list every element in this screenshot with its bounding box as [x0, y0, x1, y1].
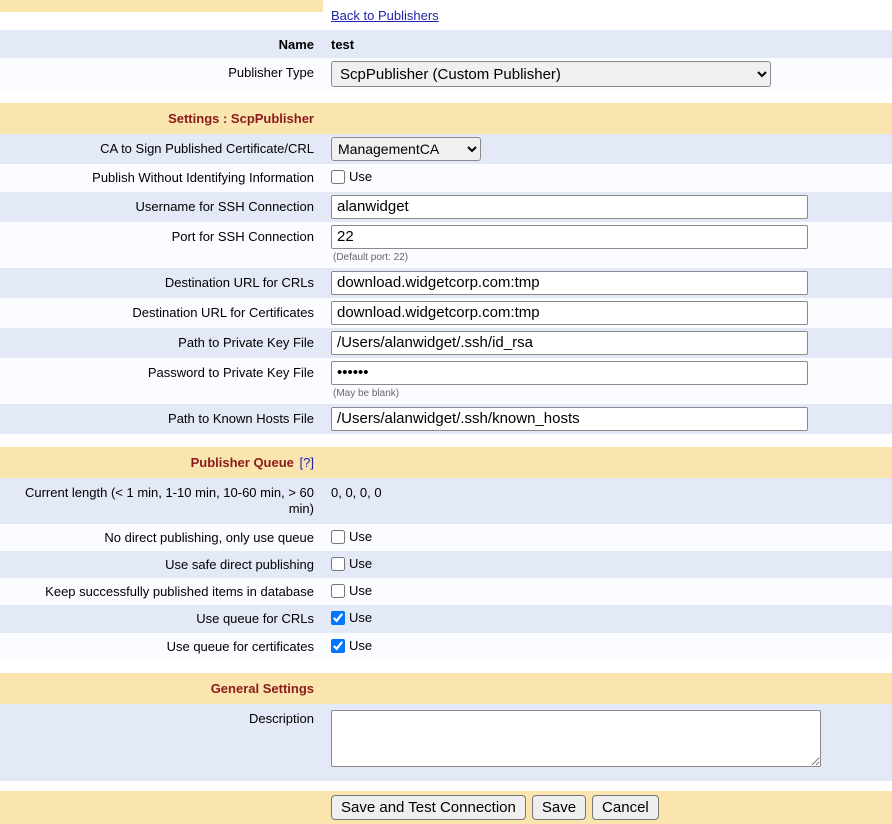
safe-direct-checkbox[interactable]	[331, 557, 345, 571]
private-key-input[interactable]	[331, 331, 808, 355]
queue-help-link[interactable]: [?]	[300, 455, 314, 470]
anonymize-checkbox-label: Use	[349, 169, 372, 185]
queue-crls-checkbox-label: Use	[349, 610, 372, 626]
queue-header-row: Publisher Queue [?]	[0, 447, 892, 478]
back-to-publishers-link[interactable]: Back to Publishers	[331, 8, 439, 23]
queue-certs-checkbox[interactable]	[331, 639, 345, 653]
queue-only-checkbox-label: Use	[349, 529, 372, 545]
cert-url-row: Destination URL for Certificates	[0, 298, 892, 328]
save-button[interactable]: Save	[532, 795, 586, 820]
description-label: Description	[0, 704, 323, 732]
edit-publisher-page: Back to Publishers Name test Publisher T…	[0, 0, 892, 824]
publisher-type-label: Publisher Type	[0, 58, 323, 86]
private-key-password-input[interactable]	[331, 361, 808, 385]
name-row: Name test	[0, 30, 892, 58]
crl-url-label: Destination URL for CRLs	[0, 268, 323, 296]
settings-section-title: Settings : ScpPublisher	[0, 103, 323, 132]
queue-only-row: No direct publishing, only use queue Use	[0, 524, 892, 551]
ssh-port-input[interactable]	[331, 225, 808, 249]
ca-select[interactable]: ManagementCA	[331, 137, 481, 161]
private-key-label: Path to Private Key File	[0, 328, 323, 356]
general-settings-header-row: General Settings	[0, 673, 892, 704]
actions-row: Save and Test Connection Save Cancel	[0, 791, 892, 824]
keep-published-label: Keep successfully published items in dat…	[0, 578, 323, 605]
queue-certs-row: Use queue for certificates Use	[0, 633, 892, 660]
cert-url-label: Destination URL for Certificates	[0, 298, 323, 326]
queue-only-label: No direct publishing, only use queue	[0, 524, 323, 551]
actions-left-spacer	[0, 791, 323, 803]
queue-only-checkbox[interactable]	[331, 530, 345, 544]
section-gap	[0, 781, 892, 791]
settings-header-row: Settings : ScpPublisher	[0, 103, 892, 134]
ssh-username-label: Username for SSH Connection	[0, 192, 323, 220]
safe-direct-row: Use safe direct publishing Use	[0, 551, 892, 578]
queue-header-right	[323, 447, 892, 453]
known-hosts-row: Path to Known Hosts File	[0, 404, 892, 434]
name-value: test	[323, 30, 892, 56]
top-right-cell: Back to Publishers	[323, 0, 892, 27]
top-left-spacer	[0, 0, 323, 12]
queue-crls-checkbox[interactable]	[331, 611, 345, 625]
crl-url-row: Destination URL for CRLs	[0, 268, 892, 298]
keep-published-row: Keep successfully published items in dat…	[0, 578, 892, 605]
queue-length-label: Current length (< 1 min, 1-10 min, 10-60…	[0, 478, 323, 523]
settings-header-right	[323, 103, 892, 109]
section-gap	[0, 660, 892, 673]
keep-published-checkbox-label: Use	[349, 583, 372, 599]
cert-url-input[interactable]	[331, 301, 808, 325]
private-key-password-helper: (May be blank)	[331, 388, 884, 401]
ssh-port-helper: (Default port: 22)	[331, 252, 884, 265]
section-gap	[0, 434, 892, 447]
crl-url-input[interactable]	[331, 271, 808, 295]
back-row: Back to Publishers	[0, 0, 892, 30]
queue-section-title: Publisher Queue	[191, 455, 294, 470]
private-key-row: Path to Private Key File	[0, 328, 892, 358]
publisher-type-select[interactable]: ScpPublisher (Custom Publisher)	[331, 61, 771, 87]
ca-row: CA to Sign Published Certificate/CRL Man…	[0, 134, 892, 164]
known-hosts-input[interactable]	[331, 407, 808, 431]
queue-crls-row: Use queue for CRLs Use	[0, 605, 892, 632]
anonymize-label: Publish Without Identifying Information	[0, 164, 323, 191]
queue-crls-label: Use queue for CRLs	[0, 605, 323, 632]
safe-direct-label: Use safe direct publishing	[0, 551, 323, 578]
description-row: Description	[0, 704, 892, 781]
anonymize-checkbox[interactable]	[331, 170, 345, 184]
ssh-username-row: Username for SSH Connection	[0, 192, 892, 222]
cancel-button[interactable]: Cancel	[592, 795, 659, 820]
queue-length-value: 0, 0, 0, 0	[323, 478, 892, 504]
ssh-port-label: Port for SSH Connection	[0, 222, 323, 250]
name-label: Name	[0, 30, 323, 58]
general-settings-header-right	[323, 673, 892, 679]
ssh-port-row: Port for SSH Connection (Default port: 2…	[0, 222, 892, 268]
general-settings-title: General Settings	[0, 673, 323, 702]
publisher-type-row: Publisher Type ScpPublisher (Custom Publ…	[0, 58, 892, 90]
private-key-password-row: Password to Private Key File (May be bla…	[0, 358, 892, 404]
keep-published-checkbox[interactable]	[331, 584, 345, 598]
safe-direct-checkbox-label: Use	[349, 556, 372, 572]
known-hosts-label: Path to Known Hosts File	[0, 404, 323, 432]
anonymize-row: Publish Without Identifying Information …	[0, 164, 892, 191]
queue-certs-label: Use queue for certificates	[0, 633, 323, 660]
queue-length-row: Current length (< 1 min, 1-10 min, 10-60…	[0, 478, 892, 524]
save-and-test-button[interactable]: Save and Test Connection	[331, 795, 526, 820]
ssh-username-input[interactable]	[331, 195, 808, 219]
private-key-password-label: Password to Private Key File	[0, 358, 323, 386]
description-textarea[interactable]	[331, 710, 821, 767]
queue-certs-checkbox-label: Use	[349, 638, 372, 654]
section-gap	[0, 90, 892, 103]
ca-label: CA to Sign Published Certificate/CRL	[0, 134, 323, 162]
